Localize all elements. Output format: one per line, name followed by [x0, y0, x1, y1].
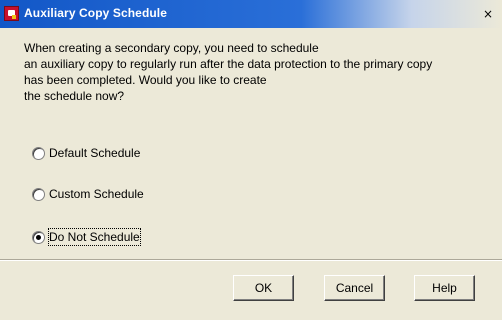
ok-button[interactable]: OK — [233, 275, 294, 301]
message-line: When creating a secondary copy, you need… — [24, 41, 319, 55]
radio-label[interactable]: Do Not Schedule — [48, 228, 141, 246]
cancel-button[interactable]: Cancel — [324, 275, 385, 301]
app-logo-icon — [4, 6, 19, 21]
message-line: has been completed. Would you like to cr… — [24, 73, 267, 87]
radio-label[interactable]: Custom Schedule — [49, 186, 144, 202]
window-title: Auxiliary Copy Schedule — [24, 6, 168, 20]
radio-button[interactable] — [32, 147, 45, 160]
radio-button[interactable] — [32, 188, 45, 201]
radio-label[interactable]: Default Schedule — [49, 145, 140, 161]
message-text: When creating a secondary copy, you need… — [24, 40, 502, 104]
close-button[interactable]: × — [480, 7, 496, 22]
message-line: the schedule now? — [24, 89, 125, 103]
button-separator — [0, 259, 502, 261]
dialog-window: Auxiliary Copy Schedule × When creating … — [0, 0, 502, 320]
radio-button[interactable] — [32, 231, 45, 244]
title-bar: Auxiliary Copy Schedule × — [0, 0, 502, 28]
help-button[interactable]: Help — [414, 275, 475, 301]
message-line: an auxiliary copy to regularly run after… — [24, 57, 433, 71]
